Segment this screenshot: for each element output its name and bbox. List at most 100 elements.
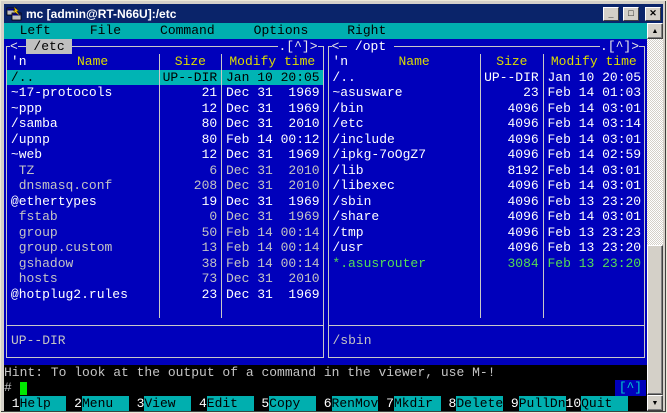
file-row[interactable]: ~17-protocols 21 Dec 31 1969	[7, 85, 323, 101]
command-line[interactable]: # [^]	[4, 380, 647, 396]
file-modify-time: Dec 31 2010	[221, 116, 322, 132]
scrollbar-track[interactable]	[647, 39, 663, 395]
maximize-button[interactable]: □	[623, 6, 639, 21]
sort-indicator[interactable]: 'n	[332, 54, 348, 70]
file-name: /upnp	[10, 131, 50, 147]
file-name: ~asusware	[332, 85, 403, 100]
file-row[interactable]: /lib 8192 Feb 14 03:01	[329, 162, 645, 178]
fkey-pulldn-button[interactable]: 9 PullDn	[503, 395, 566, 411]
file-row[interactable]: /samba 80 Dec 31 2010	[7, 116, 323, 132]
terminal-cursor	[19, 382, 28, 395]
file-row[interactable]: /bin 4096 Feb 14 03:01	[329, 100, 645, 116]
panel-back-marker[interactable]: <	[331, 38, 340, 54]
file-size: 3084	[480, 255, 542, 271]
file-row[interactable]: /upnp 80 Feb 14 00:12	[7, 131, 323, 147]
column-header-size[interactable]: Size	[480, 54, 542, 70]
scroll-up-icon[interactable]: ▲	[647, 23, 663, 39]
file-row[interactable]: /tmp 4096 Feb 13 23:23	[329, 224, 645, 240]
file-size: 0	[158, 209, 221, 225]
file-row[interactable]: group 50 Feb 14 00:14	[7, 224, 323, 240]
file-size: 4096	[480, 100, 542, 116]
scroll-down-icon[interactable]: ▼	[647, 395, 663, 411]
file-row[interactable]: fstab 0 Dec 31 1969	[7, 209, 323, 225]
file-modify-time: Feb 13 23:20	[542, 193, 644, 209]
file-row[interactable]: /libexec 4096 Feb 14 03:01	[329, 178, 645, 194]
file-row[interactable]: /sbin 4096 Feb 13 23:20	[329, 193, 645, 209]
scrollbar-thumb[interactable]	[647, 245, 663, 395]
scrollbar[interactable]: ▲ ▼	[647, 23, 663, 411]
menu-item-right[interactable]: Right	[347, 23, 386, 39]
command-updir-button[interactable]: [^]	[614, 380, 646, 396]
column-header-size[interactable]: Size	[158, 54, 221, 70]
panel-updir-button[interactable]: .[^]>	[278, 38, 318, 54]
file-name	[329, 287, 481, 303]
file-size: 6	[158, 162, 221, 178]
file-name: /..	[332, 69, 356, 85]
mini-status: UP--DIR	[11, 332, 66, 348]
file-size: UP--DIR	[480, 69, 542, 85]
panel-back-marker[interactable]: <	[10, 38, 18, 54]
close-button[interactable]: ✕	[645, 6, 661, 21]
column-header-name[interactable]: Name	[77, 54, 108, 70]
file-row[interactable]: TZ 6 Dec 31 2010	[7, 162, 323, 178]
file-row[interactable]: /share 4096 Feb 14 03:01	[329, 209, 645, 225]
file-row[interactable]: /.. UP--DIR Jan 10 20:05	[329, 69, 645, 85]
window-title: mc [admin@RT-N66U]:/etc	[26, 6, 177, 21]
column-header-name[interactable]: Name	[398, 54, 429, 70]
file-name: /share	[332, 209, 380, 224]
file-row[interactable]: /.. UP--DIR Jan 10 20:05	[7, 69, 323, 85]
fkey-view-button[interactable]: 3 View	[129, 395, 192, 411]
panel-updir-button[interactable]: .[^]>	[599, 38, 639, 54]
menu-item-left[interactable]: Left	[20, 23, 51, 39]
panels-area: < /etc .[^]> 'n Name Size Modify time /..…	[4, 38, 647, 365]
file-name: ~web	[10, 147, 43, 162]
file-row[interactable]: group.custom 13 Feb 14 00:14	[7, 240, 323, 256]
file-row[interactable]: ~web 12 Dec 31 1969	[7, 147, 323, 163]
file-modify-time: Dec 31 1969	[221, 286, 322, 302]
file-row[interactable]: *.asusrouter 3084 Feb 13 23:20	[329, 255, 645, 271]
file-name: /lib	[332, 162, 364, 178]
fkey-delete-button[interactable]: 8 Delete	[441, 395, 503, 411]
file-modify-time: Dec 31 1969	[221, 193, 322, 209]
file-size: 38	[158, 255, 221, 271]
file-row[interactable]: ~asusware 23 Feb 14 01:03	[329, 85, 645, 101]
file-row[interactable]: gshadow 38 Feb 14 00:14	[7, 255, 323, 271]
file-row[interactable]: dnsmasq.conf 208 Dec 31 2010	[7, 178, 323, 194]
file-modify-time: Dec 31 1969	[221, 85, 322, 101]
title-bar[interactable]: mc [admin@RT-N66U]:/etc _ □ ✕	[4, 4, 663, 23]
empty-row	[7, 302, 323, 318]
file-name: /samba	[10, 116, 58, 131]
file-row[interactable]: @ethertypes 19 Dec 31 1969	[7, 193, 323, 209]
file-row[interactable]: hosts 73 Dec 31 2010	[7, 271, 323, 287]
minimize-button[interactable]: _	[603, 6, 619, 21]
panel-path[interactable]: /etc	[25, 38, 73, 54]
column-header-modify-time[interactable]: Modify time	[542, 54, 644, 70]
fkey-quit-button[interactable]: 10 Quit	[566, 395, 628, 411]
file-row[interactable]: ~ppp 12 Dec 31 1969	[7, 100, 323, 116]
file-row[interactable]: /etc 4096 Feb 14 03:14	[329, 116, 645, 132]
fkey-edit-button[interactable]: 4 Edit	[191, 395, 254, 411]
file-modify-time: Feb 14 03:14	[542, 116, 644, 132]
fkey-mkdir-button[interactable]: 7 Mkdir	[378, 395, 441, 411]
fkey-renmov-button[interactable]: 6 RenMov	[316, 395, 378, 411]
fkey-number: 7	[386, 395, 394, 411]
panel-path[interactable]: /opt	[347, 38, 394, 54]
file-row[interactable]: /include 4096 Feb 14 03:01	[329, 131, 645, 147]
hint-line: Hint: To look at the output of a command…	[4, 364, 647, 380]
column-header-modify-time[interactable]: Modify time	[221, 54, 322, 70]
file-row[interactable]: /usr 4096 Feb 13 23:20	[329, 240, 645, 256]
fkey-menu-button[interactable]: 2 Menu	[66, 395, 129, 411]
fkey-help-button[interactable]: 1 Help	[4, 395, 67, 411]
empty-row	[329, 271, 645, 287]
menu-item-options[interactable]: Options	[254, 23, 309, 39]
menu-item-file[interactable]: File	[90, 23, 121, 39]
empty-row	[329, 302, 645, 318]
menu-item-command[interactable]: Command	[160, 23, 215, 39]
sort-indicator[interactable]: 'n	[11, 54, 27, 70]
fkey-copy-button[interactable]: 5 Copy	[254, 395, 316, 411]
file-size: 4096	[480, 131, 542, 147]
file-row[interactable]: /ipkg-7oOgZ7 4096 Feb 14 02:59	[329, 147, 645, 163]
file-row[interactable]: @hotplug2.rules 23 Dec 31 1969	[7, 286, 323, 302]
app-window: mc [admin@RT-N66U]:/etc _ □ ✕ Left File Co…	[0, 0, 667, 413]
file-name: /ipkg-7oOgZ7	[332, 147, 427, 162]
